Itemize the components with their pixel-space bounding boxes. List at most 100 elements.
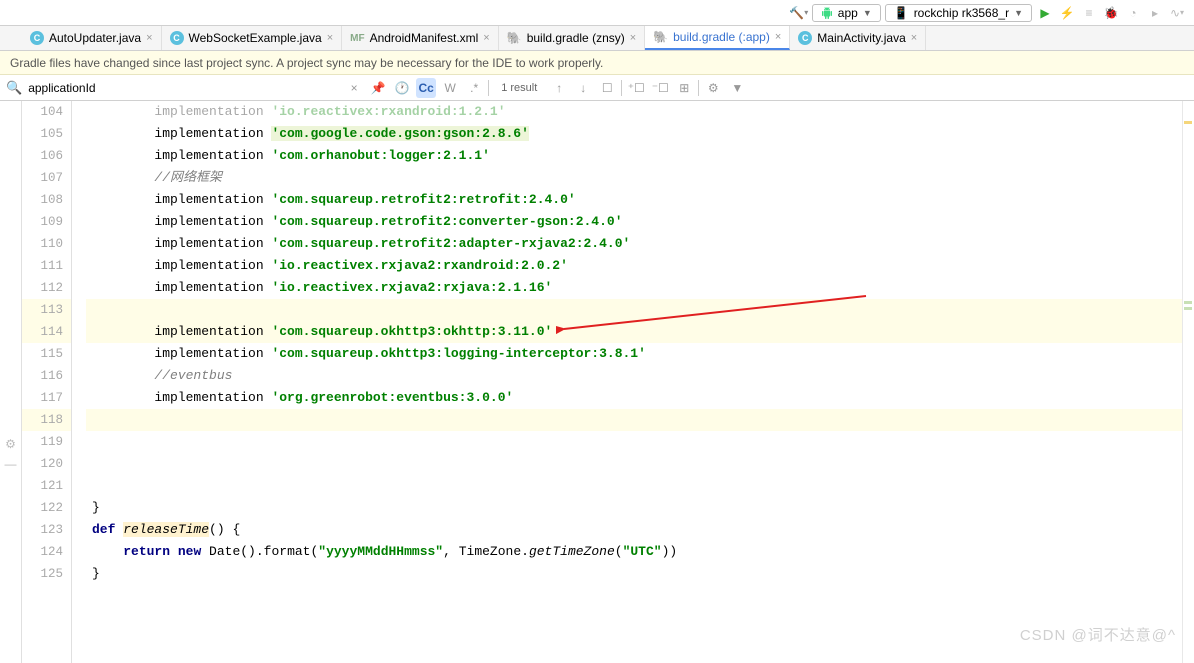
run-icon[interactable]: ▶ <box>1036 4 1054 22</box>
code-line[interactable]: //网络框架 <box>86 167 1194 189</box>
tab-build-gradle-znsy-[interactable]: 🐘build.gradle (znsy)× <box>499 26 645 50</box>
tab-label: AutoUpdater.java <box>49 31 141 45</box>
tab-label: WebSocketExample.java <box>189 31 322 45</box>
chevron-down-icon: ▼ <box>863 8 872 18</box>
line-number: 122 <box>22 497 71 519</box>
next-match-icon[interactable]: ↓ <box>573 78 593 98</box>
line-number: 110 <box>22 233 71 255</box>
gradle-icon: 🐘 <box>653 30 668 44</box>
close-icon[interactable]: × <box>327 32 333 44</box>
close-icon[interactable]: × <box>630 32 636 44</box>
code-line[interactable] <box>86 453 1194 475</box>
search-input[interactable] <box>28 81 338 95</box>
tab-build-gradle-app-[interactable]: 🐘 build.gradle (:app) × <box>645 26 790 50</box>
code-line[interactable]: implementation 'com.google.code.gson:gso… <box>86 123 1194 145</box>
more-icon[interactable]: ∿▾ <box>1168 4 1186 22</box>
code-line[interactable] <box>86 475 1194 497</box>
words-button[interactable]: W <box>440 78 460 98</box>
code-line[interactable]: implementation 'com.squareup.okhttp3:okh… <box>86 321 1194 343</box>
line-number: 116 <box>22 365 71 387</box>
editor-tabs: C AutoUpdater.java × C WebSocketExample.java… <box>0 26 1194 51</box>
regex-button[interactable]: .* <box>464 78 484 98</box>
stripe-mark[interactable] <box>1184 301 1192 304</box>
history-icon[interactable]: 🕐 <box>392 78 412 98</box>
stripe-mark[interactable] <box>1184 307 1192 310</box>
line-number-gutter: 1041051061071081091101111121131141151161… <box>22 101 72 663</box>
code-line[interactable]: implementation 'org.greenrobot:eventbus:… <box>86 387 1194 409</box>
coverage-icon[interactable]: ▸ <box>1146 4 1164 22</box>
line-number: 120 <box>22 453 71 475</box>
line-number: 125 <box>22 563 71 585</box>
toggle-icon[interactable]: ⊞ <box>674 78 694 98</box>
divider <box>698 80 699 96</box>
line-number: 109 <box>22 211 71 233</box>
device-label: rockchip rk3568_r <box>914 6 1009 20</box>
tab-label: MainActivity.java <box>817 31 905 45</box>
search-result-count: 1 result <box>493 82 545 94</box>
code-line[interactable]: implementation 'com.orhanobut:logger:2.1… <box>86 145 1194 167</box>
filter-icon[interactable]: ▼ <box>727 78 747 98</box>
close-icon[interactable]: × <box>911 32 917 44</box>
code-line[interactable]: } <box>86 497 1194 519</box>
settings-icon[interactable]: ⚙ <box>703 78 723 98</box>
run-config-dropdown[interactable]: app ▼ <box>812 4 881 22</box>
search-icon: 🔍 <box>6 80 22 96</box>
tab-label: build.gradle (:app) <box>673 30 770 44</box>
manifest-icon: MF <box>350 33 364 44</box>
gradle-icon: 🐘 <box>507 31 522 45</box>
code-line[interactable] <box>86 299 1194 321</box>
tab-websocketexample-java[interactable]: C WebSocketExample.java × <box>162 26 343 50</box>
stripe-warning[interactable] <box>1184 121 1192 124</box>
close-icon[interactable]: × <box>483 32 489 44</box>
apply-code-icon[interactable]: ≡ <box>1080 4 1098 22</box>
code-line[interactable]: implementation 'com.squareup.retrofit2:c… <box>86 211 1194 233</box>
tab-label: AndroidManifest.xml <box>370 31 479 45</box>
code-line[interactable]: //eventbus <box>86 365 1194 387</box>
add-selection-icon[interactable]: ⁺☐ <box>626 78 646 98</box>
hammer-icon[interactable]: 🔨▾ <box>790 4 808 22</box>
class-icon: C <box>30 31 44 45</box>
gear-icon[interactable]: ⚙ <box>5 437 16 451</box>
tab-mainactivity-java[interactable]: CMainActivity.java× <box>790 26 926 50</box>
code-line[interactable]: return new Date().format("yyyyMMddHHmmss… <box>86 541 1194 563</box>
collapse-icon[interactable]: — <box>5 457 17 471</box>
line-number: 118 <box>22 409 71 431</box>
divider <box>488 80 489 96</box>
tab-autoupdater-java[interactable]: C AutoUpdater.java × <box>22 26 162 50</box>
class-icon: C <box>170 31 184 45</box>
code-line[interactable]: implementation 'io.reactivex:rxandroid:1… <box>86 101 1194 123</box>
code-line[interactable]: } <box>86 563 1194 585</box>
code-line[interactable]: implementation 'io.reactivex.rxjava2:rxj… <box>86 277 1194 299</box>
prev-match-icon[interactable]: ↑ <box>549 78 569 98</box>
android-icon <box>821 7 833 19</box>
apply-changes-icon[interactable]: ⚡ <box>1058 4 1076 22</box>
debug-icon[interactable]: 🐞 <box>1102 4 1120 22</box>
line-number: 106 <box>22 145 71 167</box>
pin-icon[interactable]: 📌 <box>368 78 388 98</box>
code-line[interactable]: implementation 'com.squareup.retrofit2:r… <box>86 189 1194 211</box>
code-line[interactable]: implementation 'io.reactivex.rxjava2:rxa… <box>86 255 1194 277</box>
code-line[interactable]: implementation 'com.squareup.okhttp3:log… <box>86 343 1194 365</box>
line-number: 114 <box>22 321 71 343</box>
line-number: 115 <box>22 343 71 365</box>
close-icon[interactable]: × <box>775 31 781 43</box>
code-area[interactable]: implementation 'io.reactivex:rxandroid:1… <box>86 101 1194 663</box>
divider <box>621 80 622 96</box>
line-number: 119 <box>22 431 71 453</box>
remove-selection-icon[interactable]: ⁻☐ <box>650 78 670 98</box>
code-line[interactable]: implementation 'com.squareup.retrofit2:a… <box>86 233 1194 255</box>
profile-icon[interactable]: ◔ <box>1124 4 1142 22</box>
clear-search-icon[interactable]: × <box>344 78 364 98</box>
code-line[interactable] <box>86 409 1194 431</box>
error-stripe <box>1182 101 1194 663</box>
select-all-icon[interactable]: ☐ <box>597 78 617 98</box>
code-line[interactable]: def releaseTime() { <box>86 519 1194 541</box>
close-icon[interactable]: × <box>146 32 152 44</box>
code-line[interactable] <box>86 431 1194 453</box>
line-number: 124 <box>22 541 71 563</box>
line-number: 123 <box>22 519 71 541</box>
tab-androidmanifest-xml[interactable]: MF AndroidManifest.xml × <box>342 26 499 50</box>
match-case-button[interactable]: Cc <box>416 78 436 98</box>
editor: ⚙ — 104105106107108109110111112113114115… <box>0 101 1194 663</box>
device-dropdown[interactable]: 📱 rockchip rk3568_r ▼ <box>885 4 1032 22</box>
